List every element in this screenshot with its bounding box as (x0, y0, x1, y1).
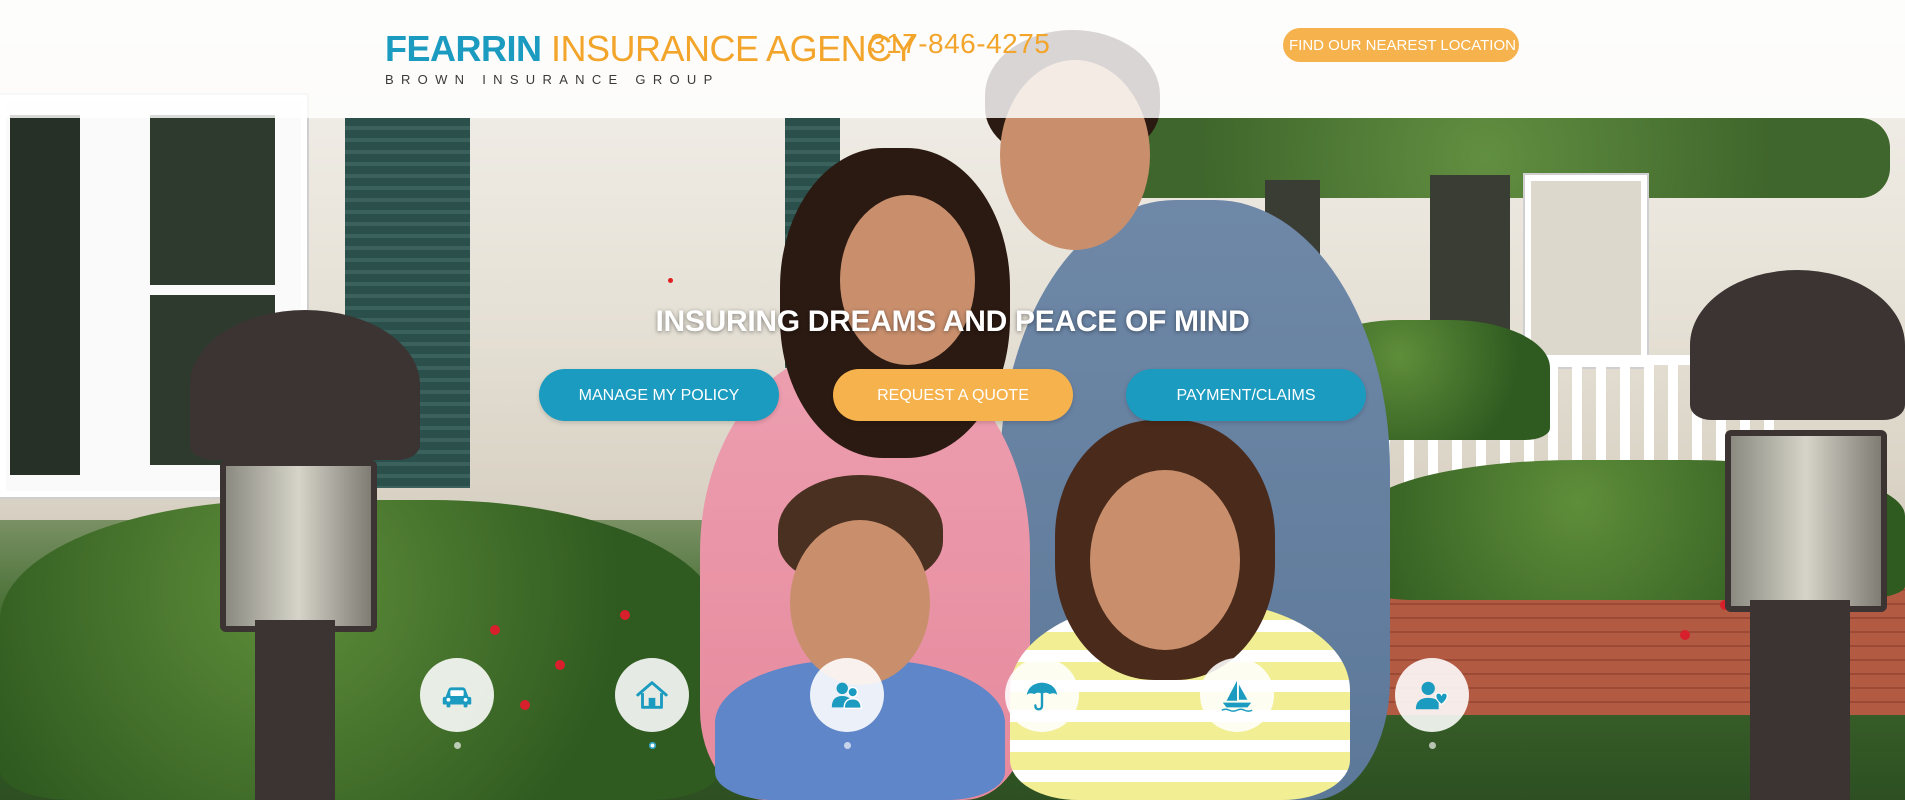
payment-claims-button[interactable]: PAYMENT/CLAIMS (1126, 369, 1366, 421)
flower (1680, 630, 1690, 640)
window-pane (150, 115, 275, 285)
agency-logo[interactable]: FEARRIN INSURANCE AGENCY BROWN INSURANCE… (385, 28, 916, 88)
slider-dot[interactable] (1039, 742, 1046, 749)
slider-dot[interactable] (1429, 742, 1436, 749)
slider-dot-active[interactable] (649, 742, 656, 749)
home-icon (636, 681, 668, 709)
request-a-quote-button[interactable]: REQUEST A QUOTE (833, 369, 1073, 421)
slider-dot[interactable] (1234, 742, 1241, 749)
lamp-glass (1725, 430, 1887, 612)
flower (620, 610, 630, 620)
phone-number-link[interactable]: 317-846-4275 (870, 28, 1050, 60)
person-face (840, 195, 975, 365)
business-insurance-link[interactable] (810, 658, 884, 732)
lamp-post (255, 620, 335, 800)
business-people-icon (831, 682, 862, 710)
boat-insurance-link[interactable] (1200, 658, 1274, 732)
flower (555, 660, 565, 670)
person-face (1090, 470, 1240, 650)
hero-headline: INSURING DREAMS AND PEACE OF MIND (655, 305, 1250, 338)
window-pane (10, 115, 80, 475)
boat-icon (1221, 680, 1253, 712)
logo-name-insurance-agency: INSURANCE AGENCY (551, 28, 916, 69)
logo-name-fearrin: FEARRIN (385, 28, 542, 69)
logo-title: FEARRIN INSURANCE AGENCY (385, 28, 916, 69)
auto-insurance-link[interactable] (420, 658, 494, 732)
lamp-cap (1690, 270, 1905, 420)
health-insurance-link[interactable] (1395, 658, 1469, 732)
manage-my-policy-button[interactable]: MANAGE MY POLICY (539, 369, 779, 421)
lamp-glass (220, 460, 377, 632)
logo-tagline: BROWN INSURANCE GROUP (385, 72, 720, 87)
health-person-icon (1415, 681, 1448, 710)
slider-dot[interactable] (844, 742, 851, 749)
umbrella-icon (1026, 682, 1058, 711)
car-icon (442, 687, 472, 708)
home-insurance-link[interactable] (615, 658, 689, 732)
lamp-post (1750, 600, 1850, 800)
umbrella-insurance-link[interactable] (1005, 658, 1079, 732)
flower (520, 700, 530, 710)
site-header: FEARRIN INSURANCE AGENCY BROWN INSURANCE… (0, 0, 1905, 118)
flower (490, 625, 500, 635)
find-location-button[interactable]: FIND OUR NEAREST LOCATION (1283, 28, 1519, 62)
slider-dot[interactable] (454, 742, 461, 749)
decorative-dot (668, 278, 673, 283)
